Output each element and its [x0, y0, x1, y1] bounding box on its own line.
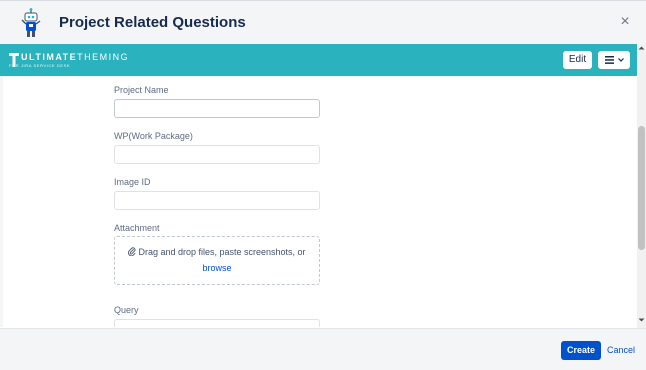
- form-body: Project Name WP(Work Package) Image ID A…: [0, 76, 637, 327]
- paperclip-icon: [128, 247, 136, 256]
- dropzone-text: Drag and drop files, paste screenshots, …: [138, 247, 306, 257]
- dialog-title: Project Related Questions: [59, 14, 246, 31]
- close-icon[interactable]: ×: [618, 13, 632, 31]
- image-id-input[interactable]: [114, 191, 320, 210]
- query-label: Query: [114, 305, 139, 315]
- attachment-dropzone[interactable]: Drag and drop files, paste screenshots, …: [114, 236, 320, 285]
- ultimate-theming-logo: ULTIMATETHEMING FOR JIRA SERVICE DESK: [9, 52, 129, 70]
- menu-dropdown-button[interactable]: [598, 51, 630, 69]
- logo-text: ULTIMATETHEMING: [21, 52, 130, 62]
- chevron-down-icon: [618, 58, 624, 62]
- create-button[interactable]: Create: [561, 341, 601, 360]
- dropzone-text-line: Drag and drop files, paste screenshots, …: [115, 247, 319, 257]
- scroll-down-arrow-icon[interactable]: [638, 318, 645, 322]
- project-name-input[interactable]: [114, 99, 320, 118]
- query-input[interactable]: [114, 319, 320, 327]
- dialog-header: Project Related Questions ×: [0, 0, 646, 45]
- project-name-label: Project Name: [114, 85, 169, 95]
- logo-subtext: FOR JIRA SERVICE DESK: [9, 63, 71, 68]
- vertical-scrollbar[interactable]: [637, 44, 646, 328]
- work-package-label: WP(Work Package): [114, 131, 193, 141]
- theming-banner: ULTIMATETHEMING FOR JIRA SERVICE DESK: [0, 44, 637, 76]
- cancel-button[interactable]: Cancel: [607, 341, 635, 360]
- attachment-label: Attachment: [114, 223, 160, 233]
- browse-link[interactable]: browse: [115, 263, 319, 273]
- robot-icon: [21, 8, 41, 37]
- scrollbar-thumb[interactable]: [638, 126, 645, 250]
- hamburger-menu-icon: [605, 56, 614, 64]
- dialog-footer: Create Cancel: [0, 328, 646, 370]
- scroll-up-arrow-icon[interactable]: [638, 46, 645, 50]
- image-id-label: Image ID: [114, 177, 151, 187]
- work-package-input[interactable]: [114, 145, 320, 164]
- edit-button[interactable]: Edit: [563, 51, 592, 69]
- left-edge: [0, 76, 3, 327]
